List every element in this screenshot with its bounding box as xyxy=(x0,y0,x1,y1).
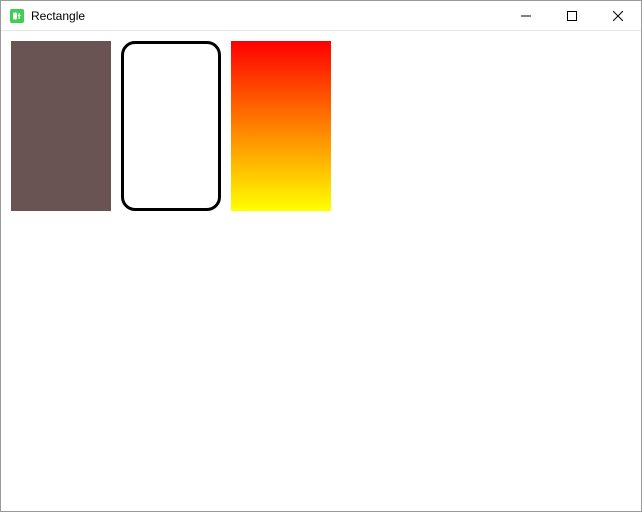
rect-solid xyxy=(11,41,111,211)
close-button[interactable] xyxy=(595,1,641,30)
window-controls xyxy=(503,1,641,30)
minimize-button[interactable] xyxy=(503,1,549,30)
window: Rectangle xyxy=(0,0,642,512)
rect-outlined xyxy=(121,41,221,211)
client-area xyxy=(1,31,641,511)
rect-gradient xyxy=(231,41,331,211)
maximize-button[interactable] xyxy=(549,1,595,30)
window-title: Rectangle xyxy=(31,9,85,23)
titlebar: Rectangle xyxy=(1,1,641,31)
app-icon xyxy=(9,8,25,24)
